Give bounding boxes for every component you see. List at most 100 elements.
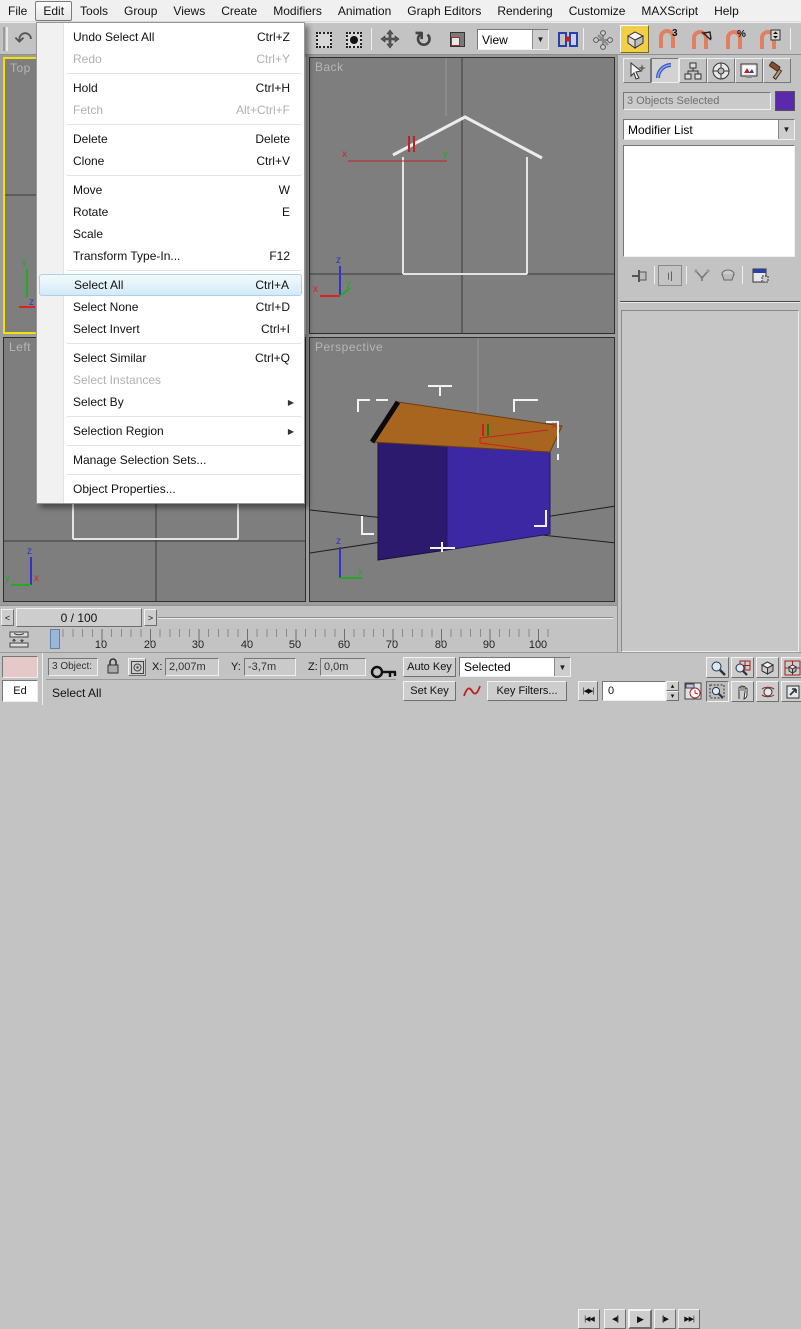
menu-views[interactable]: Views [165,1,213,21]
reference-coordinate-system-dropdown[interactable]: View ▼ [477,29,549,50]
menu-item-select-by[interactable]: Select By▶ [37,391,304,413]
modifier-stack-list[interactable] [623,145,795,257]
select-and-rotate-icon[interactable]: ↻ [410,26,437,53]
percent-snap-icon[interactable]: % [722,26,749,53]
modifier-list-dropdown[interactable]: Modifier List ▼ [623,119,795,140]
menu-item-clone[interactable]: CloneCtrl+V [37,150,304,172]
undo-icon[interactable]: ↶ [10,26,37,53]
dropdown-arrow-icon[interactable]: ▼ [532,30,548,49]
spinner-down-icon[interactable]: ▾ [666,691,679,701]
menu-item-select-similar[interactable]: Select SimilarCtrl+Q [37,347,304,369]
toolbar-grip[interactable] [3,27,8,51]
menu-rendering[interactable]: Rendering [489,1,560,21]
menu-item-object-properties[interactable]: Object Properties... [37,478,304,500]
dropdown-arrow-icon[interactable]: ▼ [778,120,794,139]
menu-item-select-invert[interactable]: Select InvertCtrl+I [37,318,304,340]
time-slider-button[interactable]: 0 / 100 [16,608,142,627]
key-filters-button[interactable]: Key Filters... [487,681,567,701]
auto-key-button[interactable]: Auto Key [403,657,456,677]
selection-filter-dropdown[interactable]: Selected ▼ [459,657,571,677]
menu-item-rotate[interactable]: RotateE [37,201,304,223]
menu-maxscript[interactable]: MAXScript [633,1,706,21]
snaps-toggle-icon[interactable] [620,25,649,53]
menu-graph-editors[interactable]: Graph Editors [399,1,489,21]
menu-item-hold[interactable]: HoldCtrl+H [37,77,304,99]
select-and-manipulate-icon[interactable] [589,26,616,53]
rollout-area[interactable] [621,310,799,652]
menu-item-select-none[interactable]: Select NoneCtrl+D [37,296,304,318]
make-unique-icon[interactable] [690,265,714,286]
menu-item-select-all[interactable]: Select AllCtrl+A [39,274,302,296]
menu-item-fetch[interactable]: FetchAlt+Ctrl+F [37,99,304,121]
menu-item-delete[interactable]: DeleteDelete [37,128,304,150]
isolate-key-icon[interactable] [370,663,398,684]
tab-modify[interactable] [651,58,679,83]
tab-utilities[interactable] [763,58,791,83]
pan-hand-icon[interactable] [731,681,754,702]
time-configuration-icon[interactable] [684,682,702,701]
viewport-left-label[interactable]: Left [9,340,31,354]
rectangular-selection-region-icon[interactable] [310,26,337,53]
angle-snap-icon[interactable] [688,26,715,53]
pin-stack-icon[interactable] [628,265,652,286]
viewport-top-label[interactable]: Top [10,61,31,75]
crossing-selection-icon[interactable] [340,26,367,53]
viewport-back[interactable]: Back x y z x y [309,57,615,334]
object-color-swatch[interactable] [775,91,795,111]
zoom-extents-icon[interactable] [756,657,779,678]
time-slider-track[interactable] [158,617,613,619]
menu-item-undo-select-all[interactable]: Undo Select AllCtrl+Z [37,26,304,48]
previous-frame-arrow-button[interactable]: < [1,609,14,626]
go-to-start-button[interactable]: |◀◀ [578,1309,600,1329]
menu-animation[interactable]: Animation [330,1,399,21]
tab-hierarchy[interactable] [679,58,707,83]
tab-display[interactable] [735,58,763,83]
set-key-button[interactable]: Set Key [403,681,456,701]
spinner-up-icon[interactable]: ▴ [666,681,679,691]
menu-edit[interactable]: Edit [35,1,72,21]
menu-create[interactable]: Create [213,1,265,21]
next-frame-arrow-button[interactable]: > [144,609,157,626]
region-zoom-icon[interactable] [706,681,729,702]
default-in-out-tangents-icon[interactable] [461,681,483,701]
snap-3d-icon[interactable]: 3 [654,26,681,53]
menu-file[interactable]: File [0,1,35,21]
z-coordinate-field[interactable]: 0,0m [320,658,366,676]
select-and-move-icon[interactable] [376,26,403,53]
menu-item-selection-region[interactable]: Selection Region▶ [37,420,304,442]
menu-item-move[interactable]: MoveW [37,179,304,201]
menu-group[interactable]: Group [116,1,165,21]
orbit-icon[interactable] [756,681,779,702]
configure-modifier-sets-icon[interactable] [748,265,772,286]
open-mini-curve-editor-icon[interactable] [7,630,31,653]
maximize-viewport-toggle-icon[interactable] [781,681,801,702]
zoom-extents-all-icon[interactable] [781,657,801,678]
viewport-perspective[interactable]: Perspective [309,337,615,602]
key-mode-toggle-button[interactable]: |◀▶| [578,681,598,701]
x-coordinate-field[interactable]: 2,007m [165,658,219,676]
go-to-end-button[interactable]: ▶▶| [678,1309,700,1329]
viewport-perspective-label[interactable]: Perspective [315,340,383,354]
current-frame-handle[interactable] [50,629,60,649]
zoom-icon[interactable] [706,657,729,678]
track-bar-ruler[interactable] [49,629,554,643]
zoom-all-icon[interactable] [731,657,754,678]
play-button[interactable]: ▶ [628,1309,652,1329]
menu-customize[interactable]: Customize [561,1,634,21]
current-frame-field[interactable]: 0 [602,681,666,701]
tab-motion[interactable] [707,58,735,83]
next-frame-button[interactable]: ||▶ [654,1309,676,1329]
tab-create[interactable] [623,58,651,83]
menu-item-redo[interactable]: RedoCtrl+Y [37,48,304,70]
menu-modifiers[interactable]: Modifiers [265,1,330,21]
previous-frame-button[interactable]: ◀|| [604,1309,626,1329]
absolute-mode-toggle-icon[interactable] [128,658,146,676]
menu-help[interactable]: Help [706,1,747,21]
macro-recorder-pane[interactable] [2,656,38,678]
selection-lock-icon[interactable] [106,658,120,678]
viewport-back-label[interactable]: Back [315,60,344,74]
dropdown-arrow-icon[interactable]: ▼ [554,658,570,676]
menu-item-transform-type-in[interactable]: Transform Type-In...F12 [37,245,304,267]
select-and-scale-icon[interactable] [444,26,471,53]
menu-tools[interactable]: Tools [72,1,116,21]
